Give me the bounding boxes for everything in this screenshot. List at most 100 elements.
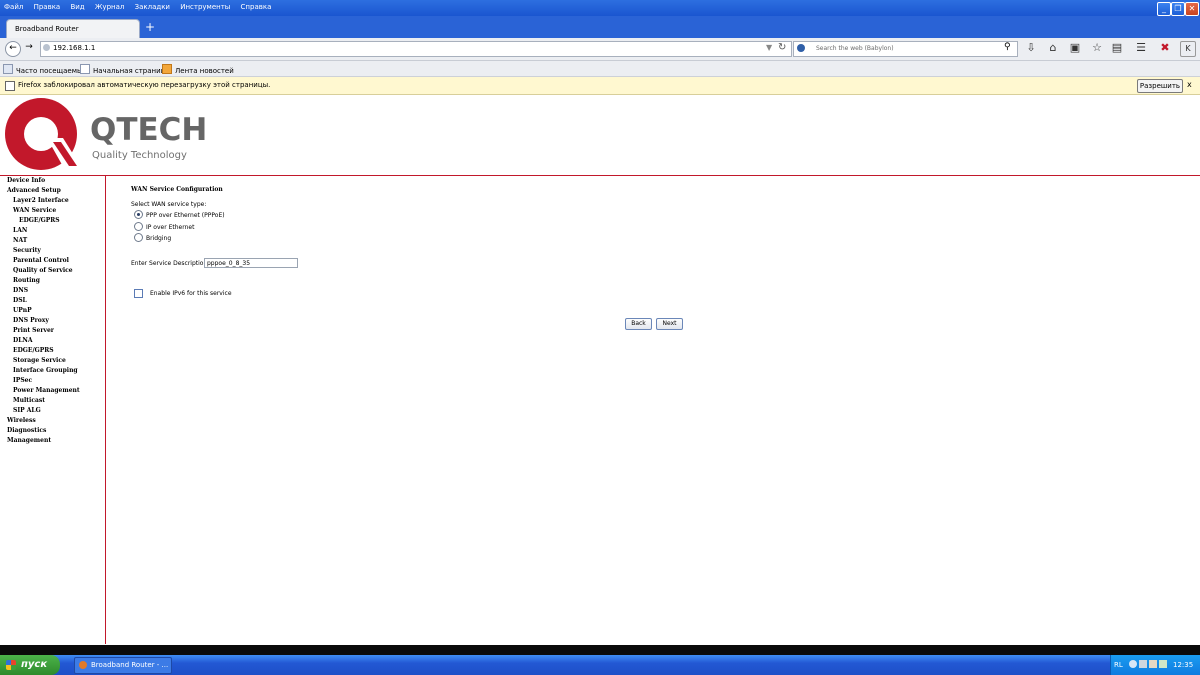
menu-icon[interactable]: ☰ [1134, 41, 1148, 55]
sidebar-item[interactable]: SIP ALG [13, 407, 41, 415]
search-bar[interactable]: Search the web (Babylon) ⚲ [793, 41, 1018, 57]
sidebar-item[interactable]: Quality of Service [13, 267, 73, 275]
star-icon[interactable]: ☆ [1090, 41, 1104, 55]
notification-bar: Firefox заблокировал автоматическую пере… [0, 77, 1200, 95]
bookmark-label: Лента новостей [175, 67, 234, 75]
sidebar-item[interactable]: LAN [13, 227, 27, 235]
speaker-icon[interactable] [1159, 660, 1167, 668]
sidebar-item[interactable]: Power Management [13, 387, 80, 395]
addon-icon[interactable]: ✖ [1158, 41, 1172, 55]
page-header: QTECH Quality Technology [0, 95, 1200, 176]
folder-icon [3, 64, 13, 74]
bookmark-label: Часто посещаемые [16, 67, 87, 75]
form-title: WAN Service Configuration [131, 186, 223, 193]
sidebar-item[interactable]: Security [13, 247, 41, 255]
maximize-button[interactable]: ❐ [1171, 2, 1185, 16]
home-icon[interactable]: ⌂ [1046, 41, 1060, 55]
sidebar-item[interactable]: Diagnostics [7, 427, 46, 435]
bookmark-start-page[interactable]: Начальная страница [80, 64, 170, 76]
sidebar-item[interactable]: IPSec [13, 377, 32, 385]
brand-tagline: Quality Technology [92, 150, 187, 161]
ipv6-label: Enable IPv6 for this service [150, 290, 232, 297]
tab-title: Broadband Router [15, 25, 79, 33]
start-button[interactable]: пуск [0, 655, 60, 675]
url-bar[interactable]: 192.168.1.1 ▼ ↻ [40, 41, 792, 57]
menu-bookmarks[interactable]: Закладки [135, 1, 170, 13]
sidebar-item[interactable]: Wireless [7, 417, 36, 425]
sidebar-item[interactable]: Routing [13, 277, 40, 285]
menu-help[interactable]: Справка [241, 1, 272, 13]
bridging-label: Bridging [146, 235, 172, 242]
firefox-icon [79, 661, 87, 669]
download-icon[interactable]: ⇩ [1024, 41, 1038, 55]
menu-edit[interactable]: Правка [34, 1, 61, 13]
sidebar-item[interactable]: WAN Service [13, 207, 56, 215]
back-arrow-icon[interactable]: ← [5, 41, 21, 57]
taskbar-task-label: Broadband Router - ... [91, 661, 169, 669]
bookmark-news-feed[interactable]: Лента новостей [162, 64, 234, 76]
allow-button[interactable]: Разрешить [1137, 79, 1183, 93]
service-type-label: Select WAN service type: [131, 201, 207, 208]
start-label: пуск [21, 659, 48, 670]
sidebar-item[interactable]: DNS [13, 287, 28, 295]
minimize-button[interactable]: _ [1157, 2, 1171, 16]
bookmark-label: Начальная страница [93, 67, 170, 75]
sidebar-item[interactable]: Multicast [13, 397, 45, 405]
ipoe-radio[interactable] [134, 222, 143, 231]
menu-tools[interactable]: Инструменты [180, 1, 230, 13]
dropdown-icon[interactable]: ▼ [766, 43, 772, 52]
bookmark-most-visited[interactable]: Часто посещаемые [3, 64, 87, 76]
sidebar-item[interactable]: DSL [13, 297, 27, 305]
shield-icon[interactable] [1149, 660, 1157, 668]
sidebar-item[interactable]: DLNA [13, 337, 33, 345]
menu-view[interactable]: Вид [70, 1, 84, 13]
menu-file[interactable]: Файл [4, 1, 23, 13]
menu-bar: Файл Правка Вид Журнал Закладки Инструме… [4, 1, 279, 13]
keyboard-icon[interactable]: K [1180, 41, 1196, 57]
sidebar-item[interactable]: UPnP [13, 307, 32, 315]
next-button[interactable]: Next [656, 318, 683, 330]
url-text: 192.168.1.1 [53, 44, 96, 52]
sidebar-item[interactable]: Storage Service [13, 357, 66, 365]
sidebar-item[interactable]: Device Info [7, 177, 45, 185]
search-icon[interactable]: ⚲ [1004, 42, 1011, 52]
sidebar-item[interactable]: Advanced Setup [7, 187, 61, 195]
sidebar-item[interactable]: Print Server [13, 327, 54, 335]
windows-logo-icon [6, 660, 16, 670]
service-description-input[interactable]: pppoe_0_8_35 [204, 258, 298, 268]
forward-arrow-icon[interactable]: → [22, 41, 36, 55]
info-icon [5, 81, 15, 91]
sidebar-item[interactable]: Interface Grouping [13, 367, 78, 375]
sidebar-item[interactable]: EDGE/GPRS [13, 347, 54, 355]
ipv6-checkbox[interactable] [134, 289, 143, 298]
reload-icon[interactable]: ↻ [778, 42, 786, 53]
taskbar-firefox-button[interactable]: Broadband Router - ... [74, 657, 172, 674]
babylon-icon [797, 44, 805, 52]
close-icon[interactable]: x [1187, 80, 1192, 89]
language-indicator[interactable]: RL [1114, 661, 1123, 669]
sidebar-item[interactable]: Layer2 Interface [13, 197, 69, 205]
sidebar-item[interactable]: DNS Proxy [13, 317, 49, 325]
network-icon[interactable] [1129, 660, 1137, 668]
brand-name: QTECH [90, 112, 208, 148]
close-button[interactable]: ✕ [1185, 2, 1199, 16]
sidebar-item[interactable]: Management [7, 437, 51, 445]
window-icon[interactable]: ▣ [1068, 41, 1082, 55]
menu-history[interactable]: Журнал [95, 1, 124, 13]
bridging-radio[interactable] [134, 233, 143, 242]
new-tab-button[interactable]: + [145, 20, 155, 34]
main-content [106, 176, 1200, 644]
sidebar-menu: Device Info Advanced Setup Layer2 Interfac… [0, 176, 106, 644]
monitor-icon[interactable] [1139, 660, 1147, 668]
back-button[interactable]: Back [625, 318, 652, 330]
sidebar-item[interactable]: Parental Control [13, 257, 69, 265]
ipoe-label: IP over Ethernet [146, 224, 195, 231]
notification-text: Firefox заблокировал автоматическую пере… [18, 81, 271, 89]
sidebar-item[interactable]: NAT [13, 237, 27, 245]
tab-strip [0, 16, 1200, 38]
sidebar-item[interactable]: EDGE/GPRS [19, 217, 60, 225]
clipboard-icon[interactable]: ▤ [1110, 41, 1124, 55]
tab-broadband-router[interactable]: Broadband Router [6, 19, 140, 39]
pppoe-radio[interactable] [134, 210, 143, 219]
taskbar [0, 655, 1200, 675]
